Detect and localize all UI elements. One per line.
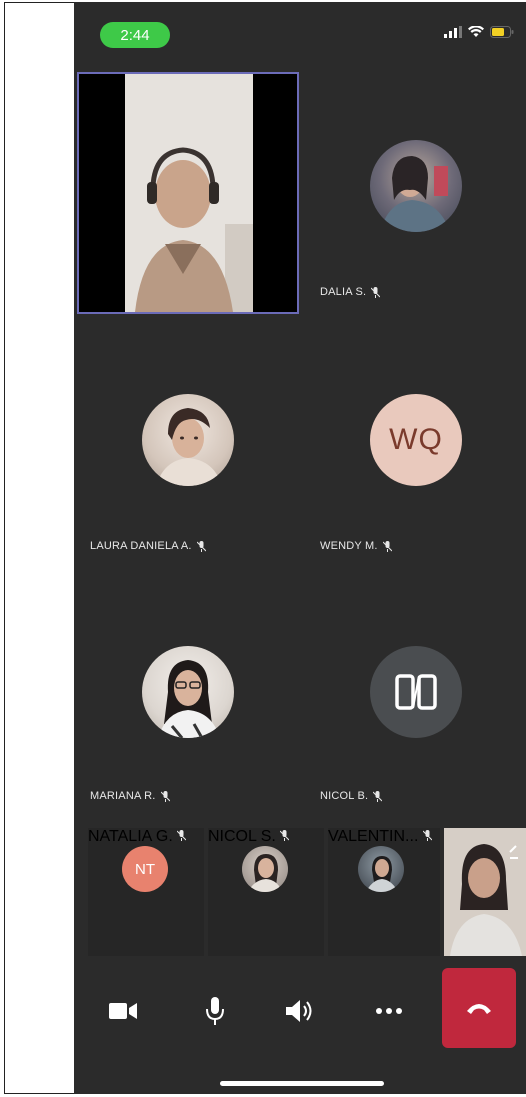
participant-avatar <box>370 646 462 738</box>
strip-participant-tile[interactable]: VALENTIN... <box>328 828 440 956</box>
participant-name-label: VALENTIN... <box>328 828 419 845</box>
participant-avatar <box>242 846 288 892</box>
status-icons <box>444 26 514 38</box>
participant-name: DALIA S. <box>320 286 381 298</box>
camera-button[interactable] <box>108 996 138 1026</box>
participant-avatar <box>142 646 234 738</box>
wifi-icon <box>468 26 484 37</box>
participant-video <box>125 74 253 312</box>
more-button[interactable] <box>374 996 404 1026</box>
strip-participant-tile[interactable]: NT NATALIA G. <box>88 828 204 956</box>
participant-video-image <box>125 74 253 312</box>
mic-off-icon <box>280 830 290 841</box>
microphone-button[interactable] <box>200 996 230 1026</box>
mic-off-icon <box>160 790 170 802</box>
call-screen: 2:44 MARIA A. DALIA S. LAURA DANIELA A. … <box>74 2 526 1094</box>
end-call-button[interactable] <box>442 968 516 1048</box>
self-view-video[interactable] <box>444 828 526 956</box>
participant-tile[interactable]: LAURA DANIELA A. <box>74 324 300 568</box>
mic-off-icon <box>422 830 432 841</box>
participant-name: MARIANA R. <box>90 790 170 802</box>
avatar-initials: NT <box>135 860 155 878</box>
mic-off-icon <box>177 830 187 841</box>
participant-name-label: MARIANA R. <box>90 790 156 802</box>
battery-icon <box>490 26 514 38</box>
more-icon <box>376 1008 402 1014</box>
strip-participant-tile[interactable]: NICOL S. <box>208 828 324 956</box>
participant-name: NATALIA G. <box>88 828 204 846</box>
speaker-button[interactable] <box>286 996 316 1026</box>
participant-name-label: NATALIA G. <box>88 828 173 845</box>
avatar-initials: WQ <box>389 423 443 456</box>
participant-avatar: WQ <box>370 394 462 486</box>
mic-off-icon <box>373 790 383 802</box>
participant-tile[interactable]: MARIANA R. <box>74 576 300 820</box>
status-bar: 2:44 <box>74 2 526 62</box>
mic-off-icon <box>196 540 206 552</box>
participant-name: NICOL B. <box>320 790 383 802</box>
participant-tile[interactable]: DALIA S. <box>300 72 526 316</box>
participant-avatar <box>142 394 234 486</box>
participant-avatar <box>358 846 404 892</box>
home-indicator[interactable] <box>220 1081 384 1086</box>
participant-name: WENDY M. <box>320 540 392 552</box>
participant-name-label: LAURA DANIELA A. <box>90 540 192 552</box>
participant-name-label: DALIA S. <box>320 286 367 298</box>
participant-tile[interactable]: NICOL B. <box>300 576 526 820</box>
camera-icon <box>109 1003 137 1019</box>
call-controls <box>74 968 526 1058</box>
mic-off-icon <box>382 540 392 552</box>
mic-off-icon <box>371 286 381 298</box>
participant-avatar: NT <box>122 846 168 892</box>
signal-icon <box>444 26 462 38</box>
participant-name-label: WENDY M. <box>320 540 378 552</box>
logo-icon <box>395 674 437 710</box>
participant-name-label: NICOL S. <box>208 828 276 845</box>
self-view-image <box>444 828 526 956</box>
participant-name: NICOL S. <box>208 828 324 846</box>
end-call-icon <box>467 1004 491 1014</box>
participant-tile-video[interactable]: MARIA A. <box>77 72 299 314</box>
participant-name: LAURA DANIELA A. <box>90 540 206 552</box>
participant-tile[interactable]: WQ WENDY M. <box>300 324 526 568</box>
participant-avatar <box>370 140 462 232</box>
participant-name: VALENTIN... <box>328 828 440 846</box>
speaker-icon <box>286 1000 312 1022</box>
status-time: 2:44 <box>100 22 170 48</box>
microphone-icon <box>206 997 224 1025</box>
participant-name-label: NICOL B. <box>320 790 369 802</box>
